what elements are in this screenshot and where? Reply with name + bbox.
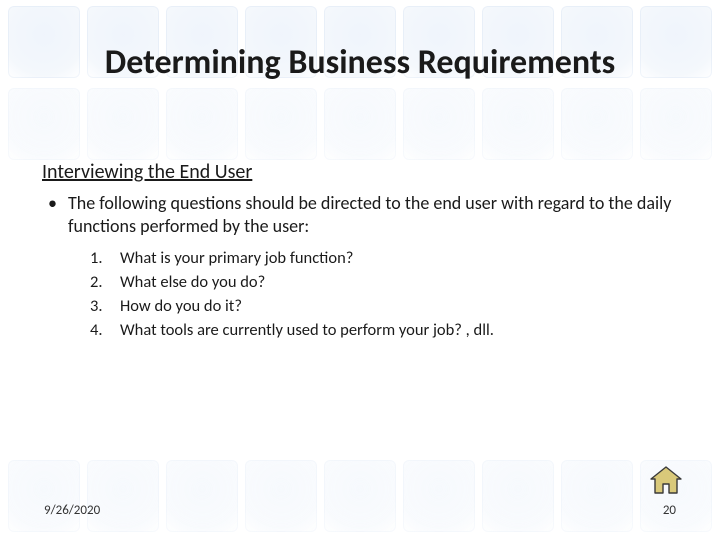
list-number: 1.: [90, 248, 120, 269]
footer-page-number: 20: [663, 503, 676, 518]
bullet-marker: •: [42, 192, 68, 215]
bullet-text: The following questions should be direct…: [68, 192, 678, 238]
list-text: What is your primary job function?: [120, 248, 353, 269]
home-button[interactable]: [648, 464, 684, 496]
list-item: 1. What is your primary job function?: [90, 248, 678, 269]
list-item: 4. What tools are currently used to perf…: [90, 320, 678, 341]
list-text: What else do you do?: [120, 272, 265, 293]
list-number: 3.: [90, 296, 120, 317]
list-text: What tools are currently used to perform…: [120, 320, 494, 341]
numbered-list: 1. What is your primary job function? 2.…: [90, 248, 678, 341]
footer-date: 9/26/2020: [44, 503, 100, 518]
list-item: 2. What else do you do?: [90, 272, 678, 293]
list-number: 4.: [90, 320, 120, 341]
slide-subheading: Interviewing the End User: [42, 160, 678, 184]
slide-body: • The following questions should be dire…: [42, 192, 678, 345]
list-number: 2.: [90, 272, 120, 293]
home-icon: [649, 465, 683, 495]
bullet-item: • The following questions should be dire…: [42, 192, 678, 238]
slide-title: Determining Business Requirements: [0, 42, 720, 83]
list-item: 3. How do you do it?: [90, 296, 678, 317]
slide: Determining Business Requirements Interv…: [0, 0, 720, 540]
list-text: How do you do it?: [120, 296, 242, 317]
